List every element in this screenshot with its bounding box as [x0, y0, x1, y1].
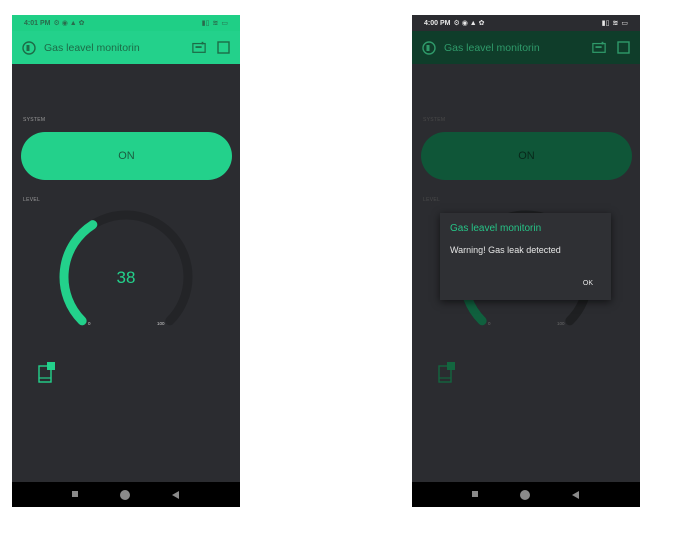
device-icon[interactable] — [592, 41, 606, 55]
status-bar: 4:00 PM ⚙ ◉ ▲ ✿ ▮▯ ≋ ▭ — [412, 15, 640, 31]
phone-screen-alert: 4:00 PM ⚙ ◉ ▲ ✿ ▮▯ ≋ ▭ Gas leavel monito… — [412, 15, 640, 507]
signal-icon: ▮▯ — [601, 20, 610, 27]
level-gauge: 38 0 100 — [56, 205, 196, 340]
gauge-fill — [59, 220, 98, 326]
wifi-icon: ≋ — [612, 20, 619, 27]
dialog-ok-button[interactable]: OK — [583, 280, 593, 287]
gauge-svg: 38 0 100 — [59, 210, 193, 326]
app-bar: Gas leavel monitorin — [412, 31, 640, 64]
phone-screen-main: 4:01 PM ⚙ ◉ ▲ ✿ ▮▯ ≋ ▭ Gas leavel monito… — [12, 15, 240, 507]
recents-square-icon[interactable] — [472, 491, 479, 498]
battery-icon: ▭ — [621, 20, 628, 27]
dialog-message: Warning! Gas leak detected — [450, 245, 561, 255]
recents-square-icon[interactable] — [72, 491, 79, 498]
back-triangle-icon[interactable] — [171, 490, 180, 499]
wifi-icon: ≋ — [212, 20, 219, 27]
navigation-bar — [12, 482, 240, 507]
device-icon[interactable] — [192, 41, 206, 55]
app-title: Gas leavel monitorin — [44, 41, 140, 54]
stop-square-icon[interactable] — [616, 41, 630, 55]
system-label: SYSTEM — [23, 117, 46, 123]
system-switch-button[interactable]: ON — [21, 132, 232, 180]
home-circle-icon[interactable] — [119, 489, 131, 501]
battery-icon: ▭ — [221, 20, 228, 27]
navigation-bar — [412, 482, 640, 507]
gauge-min: 0 — [88, 321, 91, 326]
status-time: 4:01 PM — [24, 19, 51, 27]
back-icon[interactable] — [22, 40, 36, 55]
system-switch-button[interactable]: ON — [421, 132, 632, 180]
gauge-max: 100 — [157, 321, 165, 326]
back-triangle-icon[interactable] — [571, 490, 580, 499]
tablet-icon[interactable] — [438, 362, 456, 389]
app-title: Gas leavel monitorin — [444, 41, 540, 54]
system-label: SYSTEM — [423, 117, 446, 123]
app-bar: Gas leavel monitorin — [12, 31, 240, 64]
stop-square-icon[interactable] — [216, 41, 230, 55]
switch-label: ON — [518, 150, 535, 162]
back-icon[interactable] — [422, 40, 436, 55]
gauge-value: 38 — [117, 268, 136, 287]
level-label: LEVEL — [423, 197, 441, 203]
tablet-icon[interactable] — [38, 362, 56, 389]
signal-icon: ▮▯ — [201, 20, 210, 27]
level-label: LEVEL — [23, 197, 41, 203]
gauge-min: 0 — [488, 321, 491, 326]
alert-dialog: Gas leavel monitorin Warning! Gas leak d… — [440, 213, 611, 300]
gauge-max: 100 — [557, 321, 565, 326]
switch-label: ON — [118, 150, 135, 162]
dialog-title: Gas leavel monitorin — [450, 223, 542, 234]
home-circle-icon[interactable] — [519, 489, 531, 501]
status-bar: 4:01 PM ⚙ ◉ ▲ ✿ ▮▯ ≋ ▭ — [12, 15, 240, 31]
status-time: 4:00 PM — [424, 19, 451, 27]
notification-icons: ⚙ ◉ ▲ ✿ — [453, 20, 485, 27]
notification-icons: ⚙ ◉ ▲ ✿ — [53, 20, 85, 27]
